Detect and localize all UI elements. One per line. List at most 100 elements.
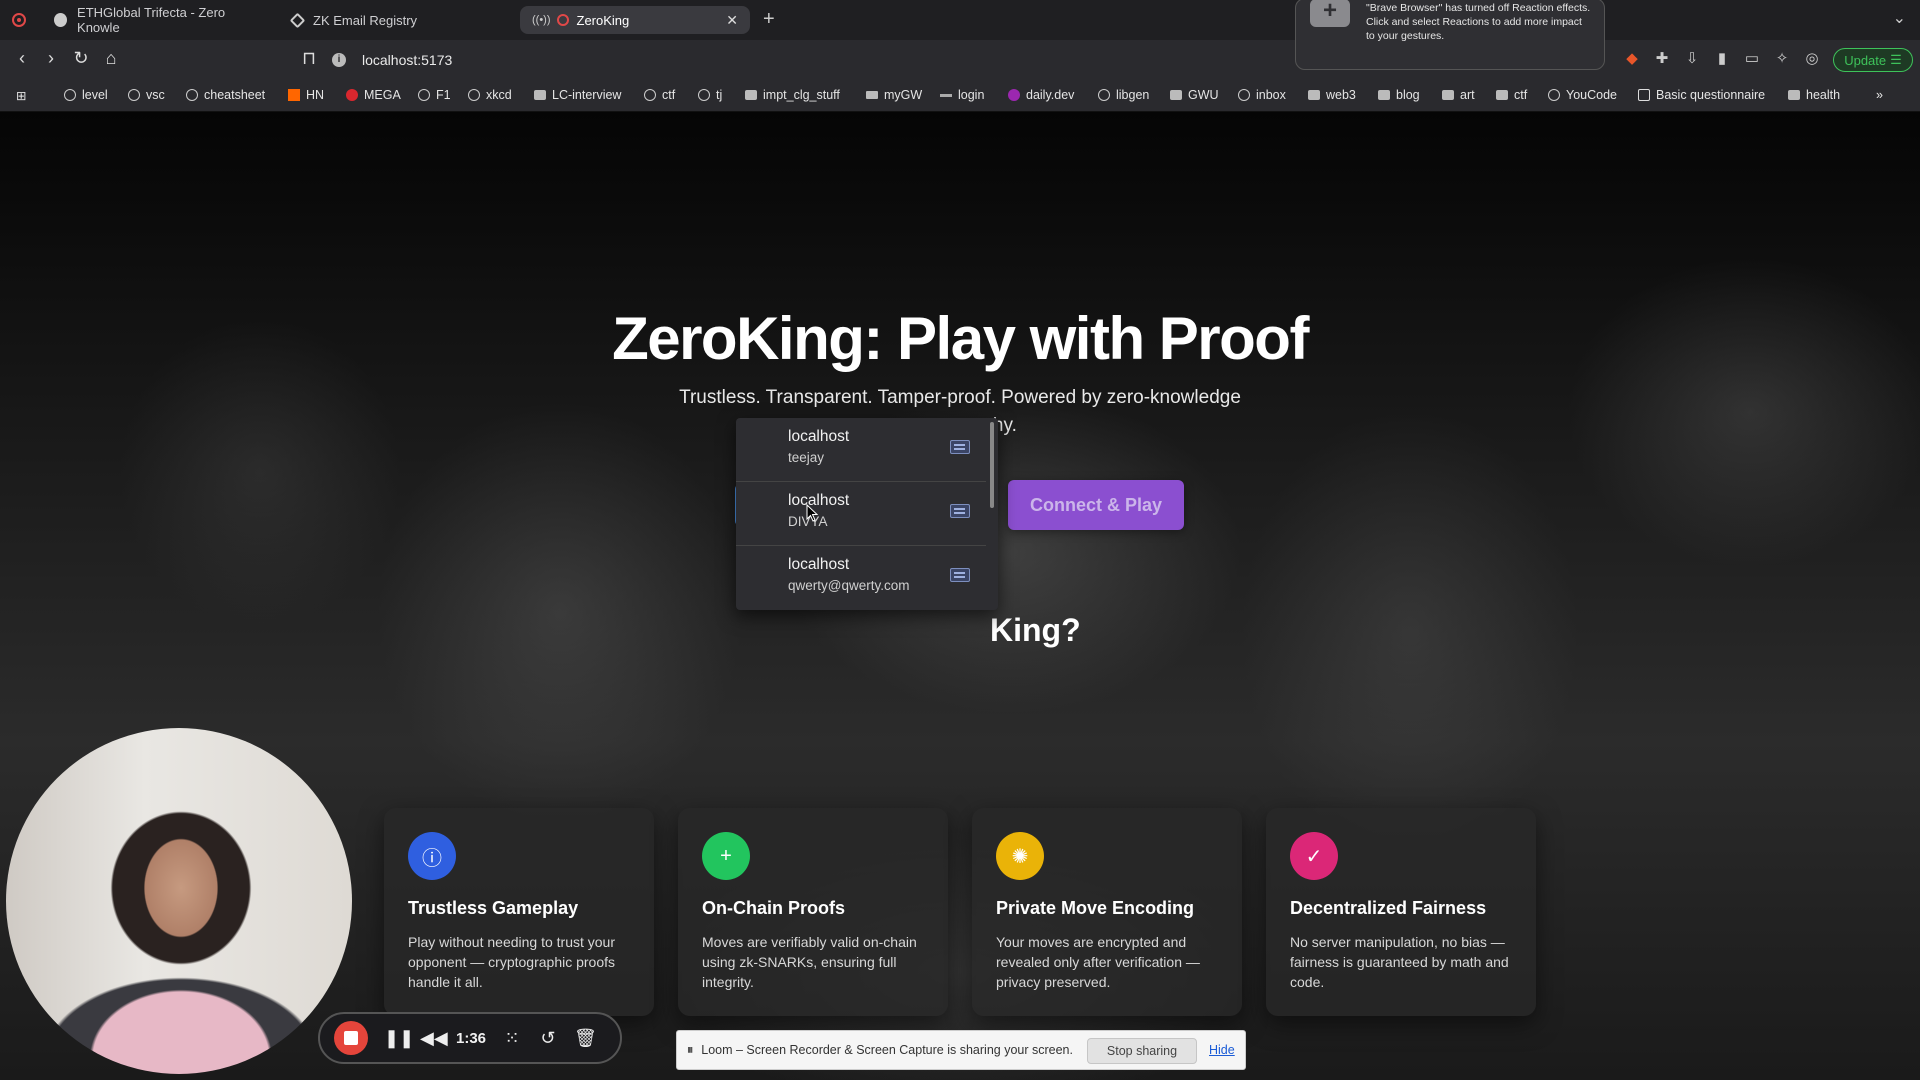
site-info-icon[interactable]: i <box>332 53 346 67</box>
bookmark-hn[interactable]: HN <box>288 88 324 102</box>
apps-grid-icon[interactable]: ⊞ <box>16 88 26 103</box>
globe-icon <box>698 89 710 101</box>
bookmark-f1[interactable]: F1 <box>418 88 451 102</box>
more-bookmarks-icon[interactable]: » <box>1876 88 1883 102</box>
bookmark-daily-dev[interactable]: daily.dev <box>1008 88 1074 102</box>
restart-icon[interactable]: ↺ <box>538 1028 558 1049</box>
back-icon[interactable]: ‹ <box>10 48 34 69</box>
globe-icon <box>1098 89 1110 101</box>
folder-icon <box>1308 90 1320 100</box>
extensions-icon[interactable]: ✚ <box>1653 50 1671 68</box>
autofill-option[interactable]: localhost qwerty@qwerty.com <box>736 546 986 610</box>
tab-zeroking[interactable]: ((•)) ZeroKing ✕ <box>520 6 750 34</box>
pause-icon[interactable]: ❚❚ <box>384 1028 414 1049</box>
rewind-icon[interactable]: ◀◀ <box>420 1028 448 1049</box>
bookmark-mega[interactable]: MEGA <box>346 88 401 102</box>
bookmark-cheatsheet[interactable]: cheatsheet <box>186 88 265 102</box>
bookmark-youcode[interactable]: YouCode <box>1548 88 1617 102</box>
globe-icon <box>418 89 430 101</box>
browser-toolbar: ‹ › ↻ ⌂ ⊓ i localhost:5173 ◆ ✚ ⇩ ▮ ▭ ✧ ◎ <box>0 40 1920 80</box>
globe-icon <box>1548 89 1560 101</box>
feature-card-decentralized-fairness: ✓ Decentralized Fairness No server manip… <box>1266 808 1536 1016</box>
bookmark-vsc[interactable]: vsc <box>128 88 165 102</box>
folder-icon <box>1496 90 1508 100</box>
info-icon: ⓘ <box>408 832 456 880</box>
leo-ai-icon[interactable]: ✧ <box>1773 50 1791 68</box>
bookmark-health[interactable]: health <box>1788 88 1840 102</box>
bookmark-login[interactable]: login <box>940 88 984 102</box>
stop-recording-button[interactable] <box>334 1021 368 1055</box>
bookmark-ctf[interactable]: ctf <box>644 88 675 102</box>
bookmark-icon[interactable]: ⊓ <box>297 48 321 69</box>
address-bar[interactable]: i localhost:5173 <box>332 46 1292 74</box>
sparkle-icon: ✺ <box>996 832 1044 880</box>
reload-icon[interactable]: ↻ <box>69 48 93 69</box>
sidebar-icon[interactable]: ▮ <box>1713 50 1731 68</box>
check-icon: ✓ <box>1290 832 1338 880</box>
stop-sharing-button[interactable]: Stop sharing <box>1087 1038 1197 1064</box>
bookmark-level[interactable]: level <box>64 88 108 102</box>
new-tab-icon[interactable]: + <box>763 8 775 31</box>
credential-card-icon <box>950 568 970 582</box>
forward-icon[interactable]: › <box>39 48 63 69</box>
autofill-option[interactable]: localhost teejay <box>736 418 986 482</box>
connect-and-play-button[interactable]: Connect & Play <box>1008 480 1184 530</box>
home-icon[interactable]: ⌂ <box>99 48 123 69</box>
globe-icon <box>644 89 656 101</box>
bookmark-basic-questionnaire[interactable]: Basic questionnaire <box>1638 88 1765 102</box>
update-button[interactable]: Update ☰ <box>1833 48 1913 72</box>
daily-dev-icon <box>1008 89 1020 101</box>
graduation-icon <box>866 91 878 99</box>
autofill-scrollbar[interactable] <box>990 422 994 508</box>
menu-icon: ☰ <box>1890 52 1902 67</box>
folder-icon <box>1170 90 1182 100</box>
bookmarks-bar: ⊞ level vsc cheatsheet HN MEGA F1 xkcd L… <box>0 80 1920 112</box>
credential-card-icon <box>950 504 970 518</box>
trash-icon[interactable]: 🗑 <box>574 1028 597 1049</box>
recording-timer: 1:36 <box>456 1029 487 1047</box>
globe-icon <box>128 89 140 101</box>
wallet-icon[interactable]: ▭ <box>1743 50 1761 68</box>
feature-card-trustless-gameplay: ⓘ Trustless Gameplay Play without needin… <box>384 808 654 1016</box>
webcam-bubble[interactable] <box>6 728 352 1074</box>
screen-share-bar: ⏸ Loom – Screen Recorder & Screen Captur… <box>676 1030 1246 1070</box>
bookmark-ctf-folder[interactable]: ctf <box>1496 88 1527 102</box>
credential-card-icon <box>950 440 970 454</box>
reactions-icon: + <box>1310 0 1350 27</box>
folder-icon <box>1442 90 1454 100</box>
drag-handle-icon[interactable]: ⏸ <box>687 1043 693 1058</box>
bookmark-inbox[interactable]: inbox <box>1238 88 1286 102</box>
ethglobal-favicon-icon <box>54 13 68 27</box>
zeroking-favicon-icon <box>556 14 569 26</box>
download-icon[interactable]: ⇩ <box>1683 50 1701 68</box>
brave-shield-icon[interactable]: ◆ <box>1623 50 1641 68</box>
bookmark-xkcd[interactable]: xkcd <box>468 88 512 102</box>
close-tab-icon[interactable]: ✕ <box>726 12 738 29</box>
bookmark-tj[interactable]: tj <box>698 88 722 102</box>
hero-title: ZeroKing: Play with Proof <box>612 305 1309 372</box>
tab-zk-email-registry[interactable]: ZK Email Registry <box>280 6 508 34</box>
vpn-icon[interactable]: ◎ <box>1803 50 1821 68</box>
notion-icon <box>1638 89 1650 101</box>
globe-icon <box>1238 89 1250 101</box>
hide-link[interactable]: Hide <box>1209 1043 1235 1057</box>
bookmark-blog[interactable]: blog <box>1378 88 1420 102</box>
mega-icon <box>346 89 358 101</box>
bookmark-mygw[interactable]: myGW <box>866 88 922 102</box>
bookmark-art[interactable]: art <box>1442 88 1475 102</box>
bookmark-impt-clg-stuff[interactable]: impt_clg_stuff <box>745 88 840 102</box>
bookmark-lc-interview[interactable]: LC-interview <box>534 88 621 102</box>
bookmark-gwu[interactable]: GWU <box>1170 88 1219 102</box>
drawing-grid-icon[interactable]: ⁙ <box>502 1028 522 1049</box>
plus-icon: + <box>702 832 750 880</box>
tab-list-chevron-icon[interactable]: ⌄ <box>1893 8 1906 28</box>
system-notification[interactable]: + "Brave Browser" has turned off Reactio… <box>1295 0 1605 70</box>
autofill-option[interactable]: localhost DIVYA <box>736 482 986 546</box>
section-title: King? <box>990 612 1081 648</box>
bookmark-libgen[interactable]: libgen <box>1098 88 1149 102</box>
globe-icon <box>468 89 480 101</box>
globe-icon <box>64 89 76 101</box>
hn-icon <box>288 89 300 101</box>
bookmark-web3[interactable]: web3 <box>1308 88 1356 102</box>
tab-ethglobal[interactable]: ETHGlobal Trifecta - Zero Knowle <box>42 5 270 35</box>
